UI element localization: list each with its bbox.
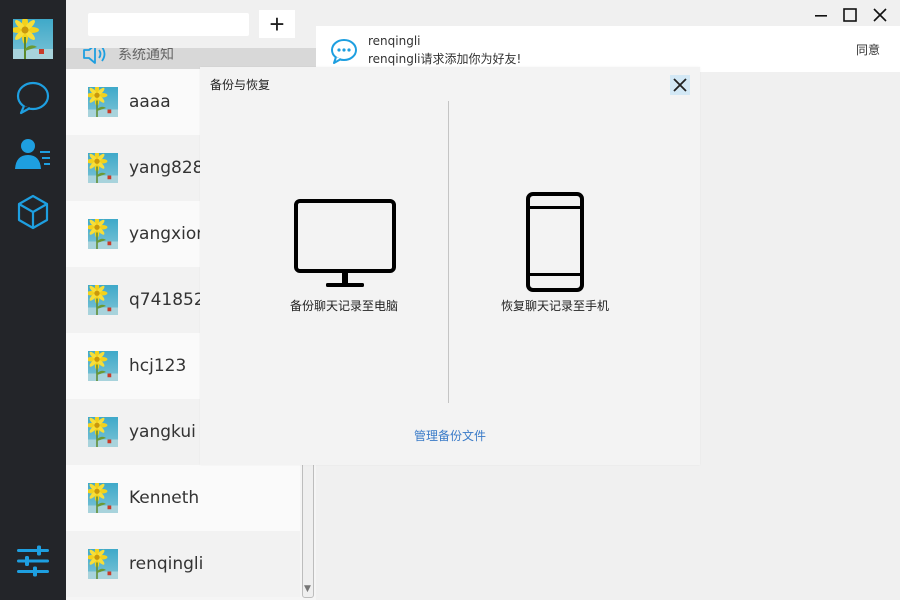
restore-to-phone-option[interactable]: 恢复聊天记录至手机 [495, 192, 625, 322]
cube-icon[interactable] [13, 192, 53, 232]
agree-button[interactable]: 同意 [856, 41, 880, 58]
contact-avatar [88, 483, 118, 513]
chat-bubble-icon[interactable] [13, 78, 53, 118]
message-bubble-icon [331, 39, 357, 64]
app-window: + 系统通知 aaaa yang8289 yangxiong q7418520 … [0, 0, 900, 600]
speaker-icon [83, 48, 106, 64]
contact-name: yangkui [129, 422, 196, 442]
user-avatar[interactable] [13, 19, 53, 59]
phone-icon [526, 192, 584, 292]
monitor-icon [294, 199, 396, 287]
dialog-close-icon[interactable] [670, 75, 690, 95]
contact-item[interactable]: Kenneth [66, 465, 300, 531]
restore-to-phone-label: 恢复聊天记录至手机 [501, 299, 610, 313]
dialog-divider [448, 101, 449, 403]
contact-avatar [88, 549, 118, 579]
nav-sidebar [0, 0, 66, 600]
dialog-title: 备份与恢复 [210, 78, 271, 92]
contacts-icon[interactable] [13, 134, 53, 174]
list-scrollbar[interactable] [302, 462, 314, 598]
notification-username: renqingli [368, 34, 421, 48]
system-notice-label: 系统通知 [118, 48, 174, 63]
system-notice-item[interactable]: 系统通知 [66, 48, 316, 69]
backup-to-pc-option[interactable]: 备份聊天记录至电脑 [280, 195, 420, 315]
contact-name: hcj123 [129, 356, 187, 376]
add-button[interactable]: + [259, 10, 295, 38]
backup-restore-dialog: 备份与恢复 备份聊天记录至电脑 恢复聊天记录至手机 管理备份文件 [200, 67, 700, 465]
settings-sliders-icon[interactable] [13, 541, 53, 581]
contact-avatar [88, 153, 118, 183]
close-icon[interactable] [868, 4, 892, 26]
contact-avatar [88, 219, 118, 249]
contact-avatar [88, 417, 118, 447]
manage-backup-files-link[interactable]: 管理备份文件 [414, 427, 486, 444]
contact-item[interactable]: renqingli [66, 531, 300, 597]
notification-message: renqingli请求添加你为好友! [368, 52, 522, 66]
search-bar: + [66, 0, 316, 48]
search-input[interactable] [88, 13, 249, 36]
contact-name: renqingli [129, 554, 204, 574]
avatar-image [13, 19, 53, 59]
minimize-icon[interactable] [809, 4, 833, 26]
contact-avatar [88, 87, 118, 117]
scroll-down-icon[interactable]: ▼ [304, 584, 311, 594]
contact-avatar [88, 351, 118, 381]
maximize-icon[interactable] [838, 4, 862, 26]
contact-name: aaaa [129, 92, 171, 112]
contact-name: Kenneth [129, 488, 200, 508]
contact-avatar [88, 285, 118, 315]
friend-request-notification: renqingli renqingli请求添加你为好友! 同意 [316, 26, 900, 72]
backup-to-pc-label: 备份聊天记录至电脑 [290, 299, 399, 313]
